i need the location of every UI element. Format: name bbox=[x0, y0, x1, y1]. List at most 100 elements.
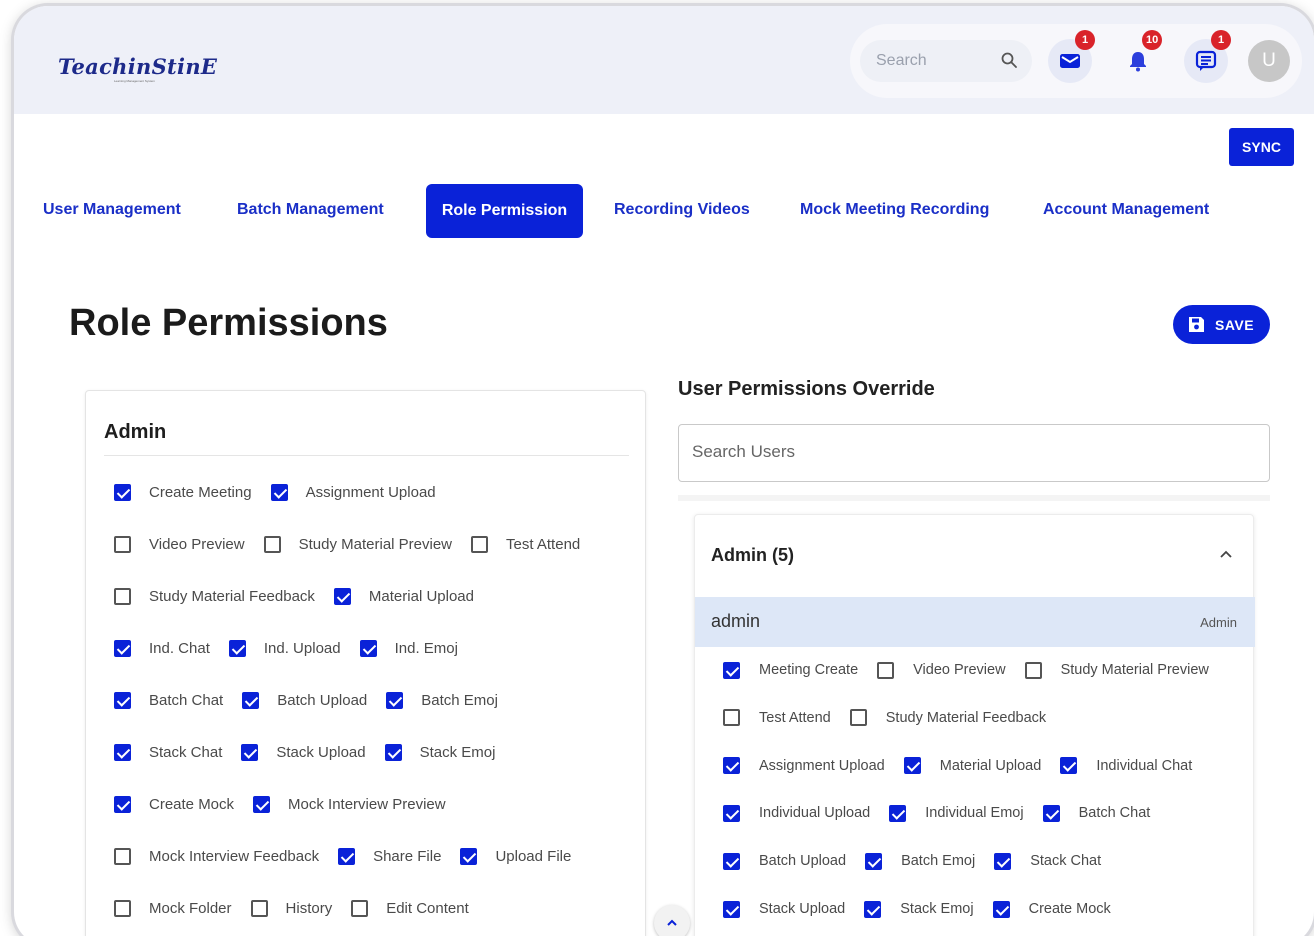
checkbox-batch-emoj[interactable] bbox=[865, 852, 883, 870]
checkbox-batch-chat[interactable] bbox=[1042, 804, 1060, 822]
checkbox-label[interactable]: Study Material Feedback bbox=[149, 588, 315, 605]
checkbox-label[interactable]: Individual Emoj bbox=[925, 805, 1023, 821]
checkbox-create-meeting[interactable] bbox=[114, 483, 131, 501]
chevron-up-icon[interactable] bbox=[1219, 549, 1233, 559]
checkbox-label[interactable]: Batch Emoj bbox=[421, 692, 498, 709]
checkbox-ind-upload[interactable] bbox=[228, 639, 246, 657]
checkbox-mock-interview-preview[interactable] bbox=[253, 795, 271, 813]
mail-button[interactable]: 1 bbox=[1048, 30, 1095, 83]
checkbox-label[interactable]: Create Mock bbox=[149, 796, 234, 813]
checkbox-label[interactable]: Individual Upload bbox=[759, 805, 870, 821]
checkbox-assignment-upload[interactable] bbox=[270, 483, 288, 501]
checkbox-mock-folder[interactable] bbox=[114, 899, 131, 917]
checkbox-ind-chat[interactable] bbox=[114, 639, 131, 657]
checkbox-label[interactable]: Test Attend bbox=[506, 536, 580, 553]
checkbox-label[interactable]: Meeting Create bbox=[759, 662, 858, 678]
messages-button[interactable]: 1 bbox=[1184, 30, 1231, 83]
checkbox-material-upload[interactable] bbox=[333, 587, 351, 605]
search-users-input[interactable] bbox=[692, 442, 1252, 462]
checkbox-label[interactable]: Mock Interview Feedback bbox=[149, 848, 319, 865]
checkbox-label[interactable]: Stack Emoj bbox=[900, 901, 973, 917]
checkbox-stack-chat[interactable] bbox=[994, 852, 1012, 870]
checkbox-label[interactable]: Test Attend bbox=[759, 710, 831, 726]
checkbox-stack-chat[interactable] bbox=[114, 743, 131, 761]
checkbox-label[interactable]: Batch Chat bbox=[1079, 805, 1151, 821]
checkbox-label[interactable]: Study Material Preview bbox=[299, 536, 452, 553]
checkbox-label[interactable]: Stack Upload bbox=[276, 744, 365, 761]
search-icon[interactable] bbox=[1000, 51, 1018, 69]
search-box[interactable]: Search bbox=[860, 40, 1032, 82]
checkbox-individual-emoj[interactable] bbox=[889, 804, 907, 822]
checkbox-label[interactable]: Assignment Upload bbox=[759, 758, 885, 774]
checkbox-label[interactable]: Stack Emoj bbox=[420, 744, 496, 761]
checkbox-video-preview[interactable] bbox=[114, 535, 131, 553]
checkbox-stack-upload[interactable] bbox=[241, 743, 259, 761]
checkbox-label[interactable]: Ind. Upload bbox=[264, 640, 341, 657]
checkbox-label[interactable]: Mock Folder bbox=[149, 900, 232, 917]
checkbox-study-material-feedback[interactable] bbox=[114, 587, 131, 605]
checkbox-label[interactable]: Study Material Feedback bbox=[886, 710, 1046, 726]
checkbox-video-preview[interactable] bbox=[877, 661, 895, 679]
checkbox-label[interactable]: Mock Interview Preview bbox=[288, 796, 446, 813]
checkbox-label[interactable]: Create Mock bbox=[1029, 901, 1111, 917]
checkbox-label[interactable]: Individual Chat bbox=[1096, 758, 1192, 774]
checkbox-test-attend[interactable] bbox=[471, 535, 489, 553]
checkbox-label[interactable]: Batch Upload bbox=[277, 692, 367, 709]
checkbox-study-material-preview[interactable] bbox=[1024, 661, 1042, 679]
checkbox-stack-emoj[interactable] bbox=[864, 900, 882, 918]
checkbox-label[interactable]: Create Meeting bbox=[149, 484, 252, 501]
checkbox-label[interactable]: Material Upload bbox=[369, 588, 474, 605]
checkbox-label[interactable]: Batch Emoj bbox=[901, 853, 975, 869]
user-row[interactable]: admin Admin bbox=[695, 597, 1255, 647]
checkbox-meeting-create[interactable] bbox=[723, 661, 740, 679]
checkbox-label[interactable]: History bbox=[286, 900, 333, 917]
app-logo[interactable]: TeachinStinE bbox=[58, 54, 217, 79]
checkbox-label[interactable]: Ind. Emoj bbox=[395, 640, 458, 657]
checkbox-stack-emoj[interactable] bbox=[384, 743, 402, 761]
tab-mock-meeting-recording[interactable]: Mock Meeting Recording bbox=[800, 201, 989, 219]
checkbox-study-material-preview[interactable] bbox=[263, 535, 281, 553]
checkbox-create-mock[interactable] bbox=[114, 795, 131, 813]
checkbox-label[interactable]: Stack Upload bbox=[759, 901, 845, 917]
notifications-button[interactable]: 10 bbox=[1116, 30, 1163, 83]
checkbox-label[interactable]: Upload File bbox=[495, 848, 571, 865]
checkbox-share-file[interactable] bbox=[338, 847, 356, 865]
checkbox-label[interactable]: Study Material Preview bbox=[1061, 662, 1209, 678]
checkbox-label[interactable]: Share File bbox=[373, 848, 441, 865]
tab-role-permission[interactable]: Role Permission bbox=[426, 184, 583, 238]
checkbox-stack-upload[interactable] bbox=[723, 900, 740, 918]
checkbox-batch-emoj[interactable] bbox=[386, 691, 404, 709]
checkbox-create-mock[interactable] bbox=[992, 900, 1010, 918]
checkbox-upload-file[interactable] bbox=[460, 847, 478, 865]
checkbox-label[interactable]: Ind. Chat bbox=[149, 640, 210, 657]
sync-button[interactable]: SYNC bbox=[1229, 128, 1294, 166]
checkbox-individual-upload[interactable] bbox=[723, 804, 740, 822]
search-users-box[interactable] bbox=[678, 424, 1270, 482]
scroll-to-top-button[interactable] bbox=[654, 905, 690, 936]
checkbox-label[interactable]: Video Preview bbox=[913, 662, 1005, 678]
tab-account-management[interactable]: Account Management bbox=[1043, 201, 1209, 219]
checkbox-label[interactable]: Edit Content bbox=[386, 900, 469, 917]
checkbox-ind-emoj[interactable] bbox=[359, 639, 377, 657]
checkbox-label[interactable]: Batch Upload bbox=[759, 853, 846, 869]
tab-user-management[interactable]: User Management bbox=[43, 201, 181, 219]
checkbox-history[interactable] bbox=[250, 899, 268, 917]
checkbox-batch-upload[interactable] bbox=[723, 852, 740, 870]
checkbox-label[interactable]: Stack Chat bbox=[1030, 853, 1101, 869]
avatar[interactable]: U bbox=[1248, 40, 1290, 82]
checkbox-study-material-feedback[interactable] bbox=[849, 709, 867, 727]
tab-recording-videos[interactable]: Recording Videos bbox=[614, 201, 750, 219]
checkbox-label[interactable]: Stack Chat bbox=[149, 744, 222, 761]
tab-batch-management[interactable]: Batch Management bbox=[237, 201, 384, 219]
checkbox-label[interactable]: Video Preview bbox=[149, 536, 245, 553]
save-button[interactable]: SAVE bbox=[1173, 305, 1270, 344]
checkbox-label[interactable]: Batch Chat bbox=[149, 692, 223, 709]
checkbox-edit-content[interactable] bbox=[351, 899, 369, 917]
checkbox-batch-upload[interactable] bbox=[242, 691, 260, 709]
checkbox-mock-interview-feedback[interactable] bbox=[114, 847, 131, 865]
checkbox-batch-chat[interactable] bbox=[114, 691, 131, 709]
checkbox-assignment-upload[interactable] bbox=[723, 757, 740, 775]
override-group-label[interactable]: Admin (5) bbox=[711, 545, 794, 566]
checkbox-individual-chat[interactable] bbox=[1060, 757, 1078, 775]
checkbox-test-attend[interactable] bbox=[723, 709, 740, 727]
